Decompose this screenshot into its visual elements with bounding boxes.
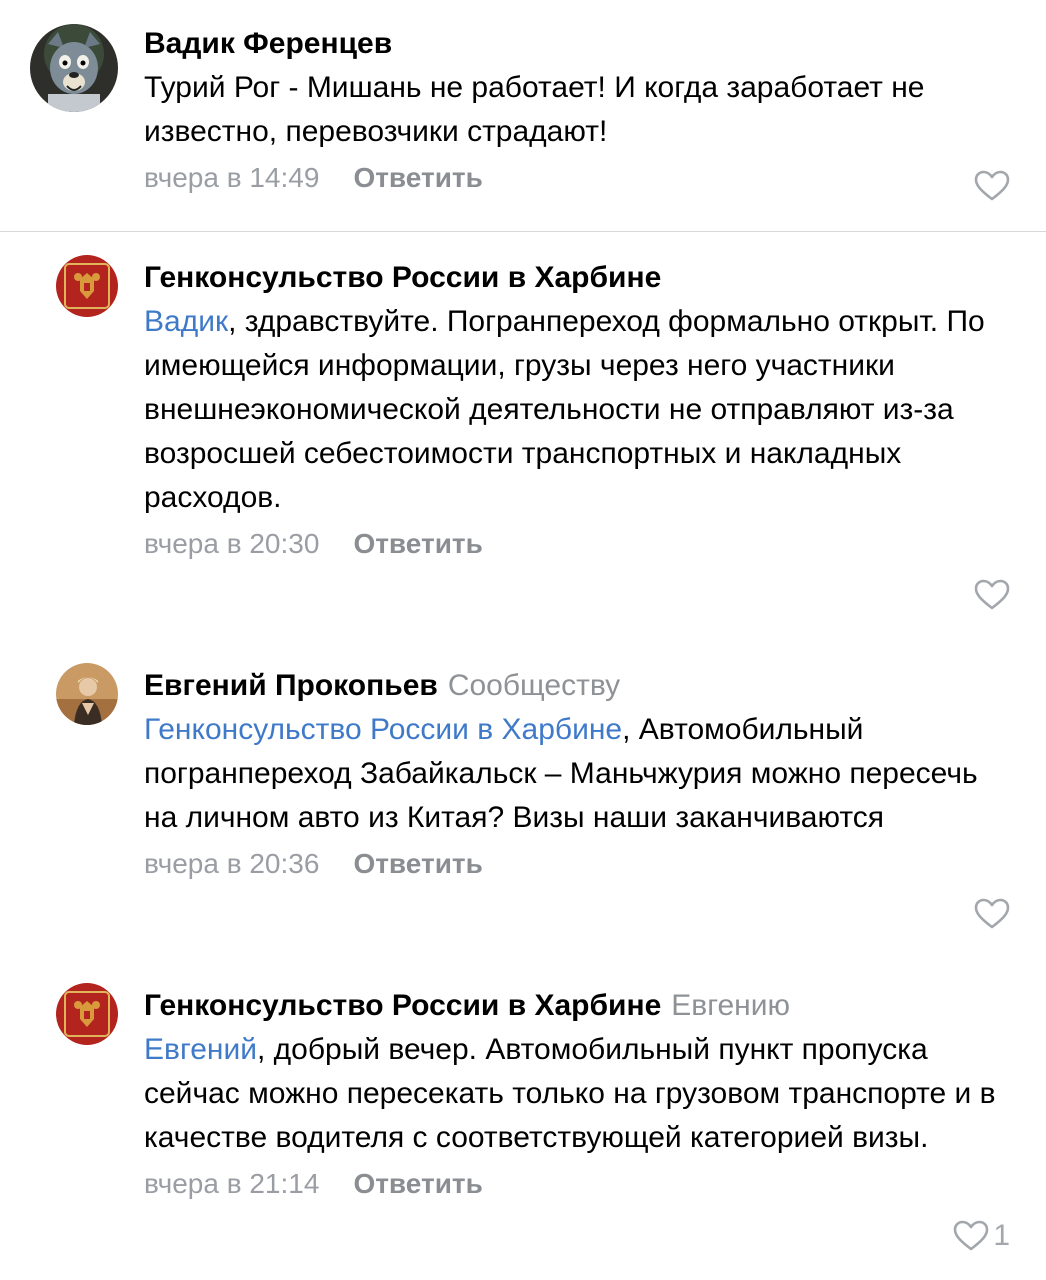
comment-text: Вадик, здравствуйте. Погранпереход форма…: [144, 305, 985, 514]
timestamp: вчера в 20:36: [144, 848, 320, 879]
wolf-cartoon-avatar-icon: [30, 24, 118, 112]
reply-to-label[interactable]: Евгению: [671, 989, 790, 1022]
heart-icon: [974, 170, 1010, 201]
like-button[interactable]: [974, 579, 1010, 611]
reply-button[interactable]: Ответить: [353, 846, 482, 882]
author-name[interactable]: Генконсульство России в Харбине: [144, 261, 661, 294]
comment-text: Турий Рог - Мишань не работает! И когда …: [144, 71, 925, 148]
like-button[interactable]: 1: [953, 1219, 1010, 1253]
russian-emblem-icon: [56, 983, 118, 1045]
avatar[interactable]: [56, 255, 118, 317]
avatar[interactable]: [56, 663, 118, 725]
heart-icon: [974, 579, 1010, 610]
reply-to-label[interactable]: Сообществу: [448, 669, 620, 702]
comment-text: Генконсульство России в Харбине, Автомоб…: [144, 713, 978, 834]
russian-emblem-icon: [56, 255, 118, 317]
like-button[interactable]: [974, 170, 1010, 202]
reply-button[interactable]: Ответить: [353, 160, 482, 196]
avatar[interactable]: [30, 24, 118, 112]
user-photo-icon: [56, 663, 118, 725]
comment-text: Евгений, добрый вечер. Автомобильный пун…: [144, 1033, 996, 1154]
avatar[interactable]: [56, 983, 118, 1045]
reply-button[interactable]: Ответить: [353, 1166, 482, 1202]
author-name[interactable]: Вадик Ференцев: [144, 27, 392, 60]
divider: [0, 231, 1046, 232]
like-button[interactable]: [974, 898, 1010, 930]
timestamp: вчера в 21:14: [144, 1168, 320, 1199]
mention-link[interactable]: Вадик: [144, 305, 228, 338]
author-name[interactable]: Генконсульство России в Харбине: [144, 989, 661, 1022]
mention-link[interactable]: Генконсульство России в Харбине: [144, 713, 622, 746]
timestamp: вчера в 14:49: [144, 162, 320, 193]
reply-button[interactable]: Ответить: [353, 526, 482, 562]
mention-link[interactable]: Евгений: [144, 1033, 257, 1066]
heart-icon: [954, 1220, 989, 1251]
like-count: 1: [993, 1219, 1010, 1252]
heart-icon: [974, 898, 1010, 929]
author-name[interactable]: Евгений Прокопьев: [144, 669, 438, 702]
timestamp: вчера в 20:30: [144, 528, 320, 559]
